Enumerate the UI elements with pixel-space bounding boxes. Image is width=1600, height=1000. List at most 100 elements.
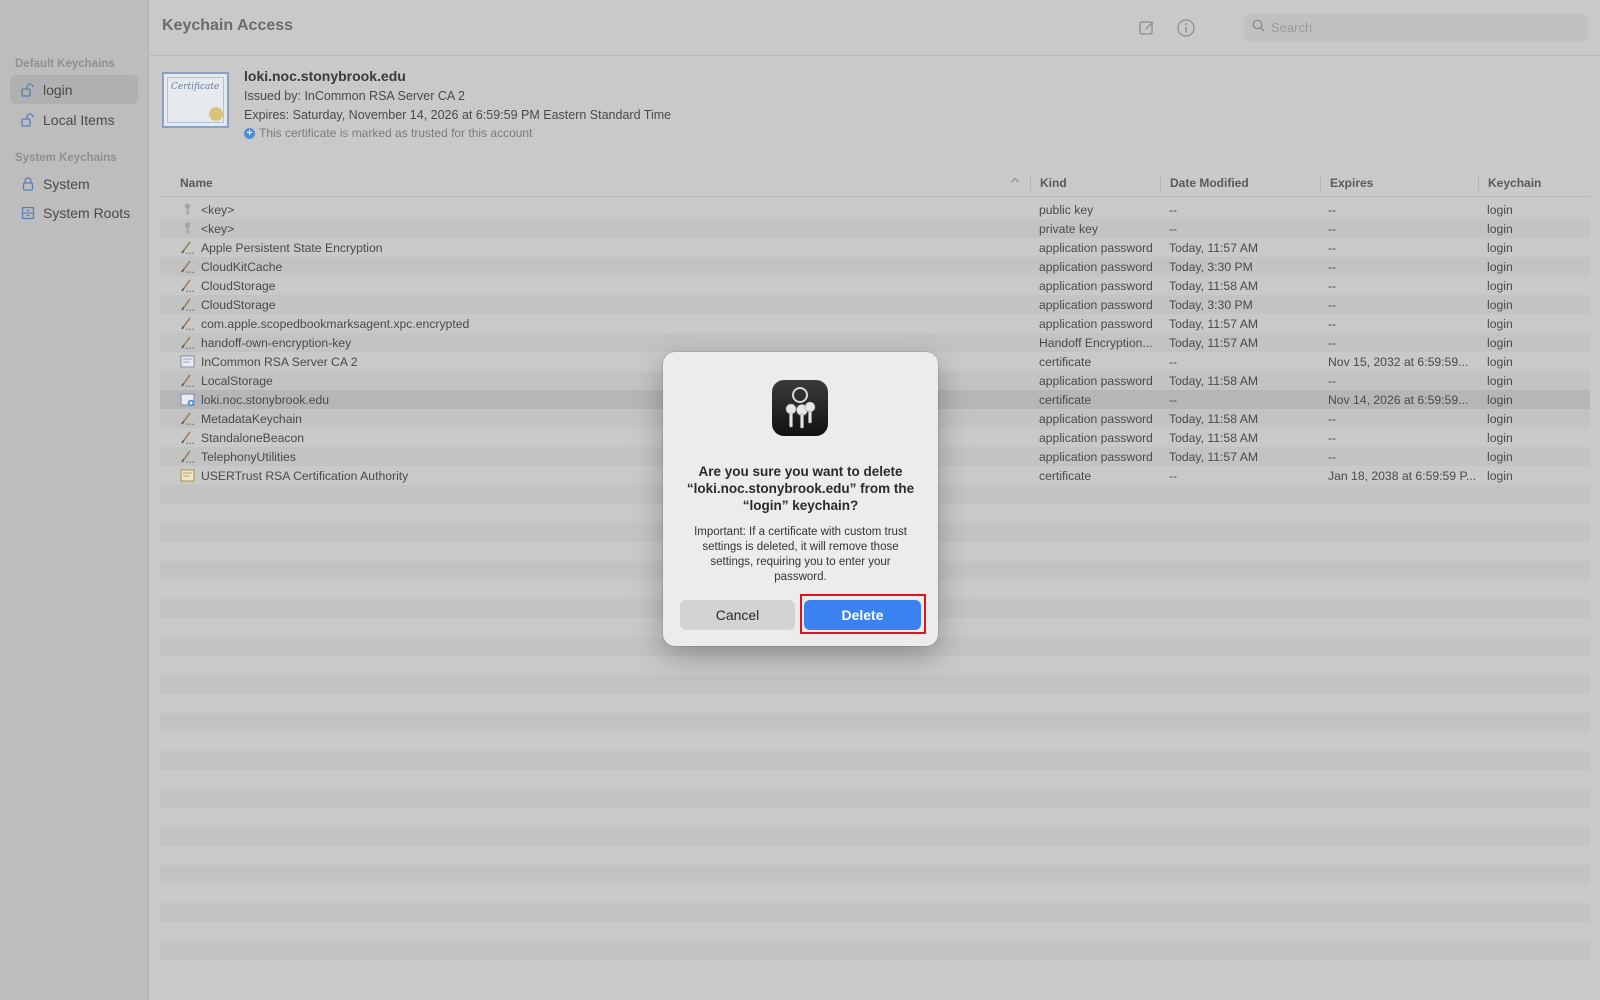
cell-expires: Nov 14, 2026 at 6:59:59... [1328,393,1469,407]
cell-date-modified: -- [1169,355,1178,369]
sidebar-item-login[interactable]: login [10,75,138,104]
cell-keychain: login [1487,412,1513,426]
cancel-button[interactable]: Cancel [680,600,795,630]
delete-button-highlight-box [800,594,926,634]
sidebar: Default Keychains login Local Items Syst… [0,0,149,1000]
password-pen-icon [180,297,195,312]
cell-date-modified: -- [1169,222,1178,236]
table-row[interactable]: <key> private key -- -- login [160,219,1590,238]
sidebar-item-label: System Roots [43,204,131,221]
cell-date-modified: Today, 11:57 AM [1169,450,1258,464]
cell-keychain: login [1487,241,1513,255]
unlocked-padlock-icon [20,112,36,128]
column-header-keychain[interactable]: Keychain [1488,176,1541,190]
certificate-icon [180,354,195,369]
empty-row [160,922,1590,941]
cell-date-modified: Today, 11:58 AM [1169,374,1258,388]
cell-date-modified: Today, 3:30 PM [1169,298,1253,312]
table-row[interactable]: handoff-own-encryption-key Handoff Encryp… [160,333,1590,352]
empty-row [160,808,1590,827]
password-pen-icon [180,373,195,388]
table-header: Name Kind Date Modified Expires Keychain [160,170,1590,197]
empty-row [160,941,1590,960]
cell-name: CloudKitCache [201,260,283,274]
cell-date-modified: Today, 11:58 AM [1169,431,1258,445]
column-header-expires[interactable]: Expires [1330,176,1373,190]
sidebar-item-label: login [43,81,73,98]
cell-kind: public key [1039,203,1094,217]
password-pen-icon [180,259,195,274]
cell-keychain: login [1487,336,1513,350]
table-row[interactable]: CloudKitCache application password Today, … [160,257,1590,276]
cell-expires: -- [1328,412,1337,426]
key-icon [180,202,195,217]
cell-keychain: login [1487,450,1513,464]
certificate-name: loki.noc.stonybrook.edu [244,68,406,84]
sidebar-item-system-roots[interactable]: System Roots [10,198,138,227]
cell-expires: -- [1328,241,1337,255]
empty-row [160,751,1590,770]
empty-row [160,865,1590,884]
password-pen-icon [180,316,195,331]
sidebar-section-system: System Keychains [15,152,117,164]
root-certificate-icon [180,468,195,483]
cell-expires: Nov 15, 2032 at 6:59:59... [1328,355,1469,369]
cell-date-modified: Today, 11:57 AM [1169,241,1258,255]
cell-kind: application password [1039,279,1153,293]
column-divider[interactable] [1478,175,1479,191]
table-row[interactable]: Apple Persistent State Encryption applica… [160,238,1590,257]
search-input[interactable] [1271,20,1571,35]
column-divider[interactable] [1030,175,1031,191]
column-header-kind[interactable]: Kind [1040,176,1067,190]
column-header-name[interactable]: Name [180,176,213,190]
table-row[interactable]: CloudStorage application password Today, 1… [160,276,1590,295]
certificate-seal-icon [209,107,223,121]
cell-keychain: login [1487,469,1513,483]
certificate-thumbnail: Certificate [162,72,229,128]
cell-expires: -- [1328,317,1337,331]
cell-name: CloudStorage [201,298,276,312]
compose-icon[interactable] [1136,17,1158,39]
sidebar-item-system[interactable]: System [10,169,138,198]
empty-row [160,789,1590,808]
password-pen-icon [180,411,195,426]
cell-date-modified: Today, 11:58 AM [1169,412,1258,426]
column-divider[interactable] [1160,175,1161,191]
cell-name: Apple Persistent State Encryption [201,241,383,255]
cell-expires: Jan 18, 2038 at 6:59:59 P... [1328,469,1477,483]
keychain-access-app-icon [772,380,828,436]
column-header-date-modified[interactable]: Date Modified [1170,176,1249,190]
empty-row [160,770,1590,789]
cell-keychain: login [1487,393,1513,407]
password-pen-icon [180,240,195,255]
cell-name: <key> [201,203,235,217]
password-pen-icon [180,335,195,350]
column-divider[interactable] [1320,175,1321,191]
cell-date-modified: -- [1169,203,1178,217]
cell-keychain: login [1487,317,1513,331]
sidebar-item-label: System [43,175,90,192]
certificate-info: loki.noc.stonybrook.edu Issued by: InCom… [244,68,671,140]
toolbar: Keychain Access [150,0,1600,56]
info-icon[interactable] [1175,17,1197,39]
cell-kind: application password [1039,260,1153,274]
table-row[interactable]: <key> public key -- -- login [160,200,1590,219]
empty-row [160,846,1590,865]
search-field[interactable] [1244,13,1588,42]
cell-kind: application password [1039,450,1153,464]
cabinet-icon [20,205,36,221]
trust-status: + This certificate is marked as trusted … [244,126,671,140]
cell-date-modified: Today, 11:57 AM [1169,336,1258,350]
table-row[interactable]: com.apple.scopedbookmarksagent.xpc.encry… [160,314,1590,333]
cell-kind: application password [1039,431,1153,445]
dialog-message: Important: If a certificate with custom … [694,526,907,583]
locked-padlock-icon [20,176,36,192]
cell-kind: certificate [1039,393,1092,407]
cell-keychain: login [1487,431,1513,445]
cell-kind: application password [1039,374,1153,388]
sidebar-item-local-items[interactable]: Local Items [10,105,138,134]
cell-expires: -- [1328,260,1337,274]
cell-keychain: login [1487,260,1513,274]
cell-keychain: login [1487,279,1513,293]
table-row[interactable]: CloudStorage application password Today, 3… [160,295,1590,314]
